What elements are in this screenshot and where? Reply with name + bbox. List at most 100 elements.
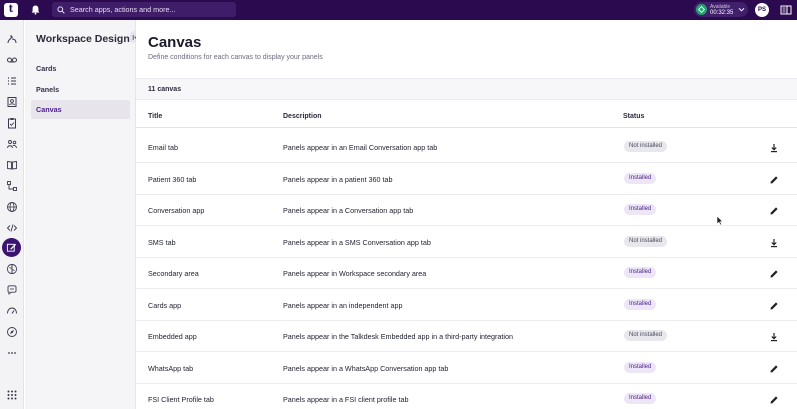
edit-button[interactable] (768, 173, 780, 185)
table-row[interactable]: Secondary area Panels appear in Workspace… (136, 257, 797, 289)
table-header: Title Description Status (136, 108, 797, 128)
row-description: Panels appear in a SMS Conversation app … (283, 237, 431, 247)
people-icon[interactable] (3, 135, 21, 153)
list-icon[interactable] (3, 72, 21, 90)
results-count-bar: 11 canvas (136, 78, 797, 100)
search-input[interactable]: Search apps, actions and more... (70, 5, 175, 14)
edit-button[interactable] (768, 393, 780, 405)
row-title: Cards app (148, 300, 182, 310)
more-icon[interactable] (3, 344, 21, 362)
download-button[interactable] (768, 141, 780, 153)
row-description: Panels appear in Workspace secondary are… (283, 269, 427, 278)
download-button[interactable] (768, 236, 780, 248)
status-badge: Installed (624, 267, 657, 278)
sidebar-item-canvas[interactable]: Canvas (31, 100, 130, 119)
sidebar-item-cards[interactable]: Cards (31, 59, 130, 78)
edit-button[interactable] (768, 299, 780, 311)
table-row[interactable]: Patient 360 tab Panels appear in a patien… (136, 163, 797, 195)
row-title: Patient 360 tab (148, 174, 197, 184)
chevron-down-icon (738, 7, 745, 12)
table-row[interactable]: Conversation app Panels appear in a Conve… (136, 194, 797, 226)
search-icon (57, 5, 65, 14)
agent-status-selector[interactable]: Available 00:32:35 (694, 2, 748, 17)
row-title: Conversation app (148, 206, 205, 215)
column-header-description: Description (283, 113, 322, 120)
download-icon (768, 141, 780, 158)
download-button[interactable] (768, 330, 780, 342)
clipboard-icon[interactable] (3, 114, 21, 132)
flow-icon[interactable] (3, 177, 21, 195)
edit-button[interactable] (768, 362, 780, 374)
status-badge: Not installed (624, 235, 668, 247)
pencil-icon (768, 299, 780, 316)
row-title: Secondary area (148, 269, 199, 278)
edit-button[interactable] (768, 204, 780, 216)
bell-icon[interactable] (29, 4, 41, 16)
row-title: Embedded app (148, 332, 197, 341)
workspace-designer-sidebar: Workspace Designer Cards Panels Canvas (25, 20, 141, 409)
row-description: Panels appear in an Email Conversation a… (283, 143, 438, 152)
pencil-icon (768, 393, 780, 409)
page-subtitle: Define conditions for each canvas to dis… (148, 54, 323, 61)
row-title: FSI Client Profile tab (148, 395, 214, 404)
top-bar: t Search apps, actions and more... Avail… (0, 0, 797, 20)
sidebar-item-panels[interactable]: Panels (31, 80, 130, 99)
row-description: Panels appear in a patient 360 tab (283, 174, 393, 184)
row-title: SMS tab (148, 237, 176, 247)
code-icon[interactable] (3, 219, 21, 237)
row-description: Panels appear in an independent app (283, 300, 403, 310)
status-badge: Installed (624, 298, 657, 310)
talkdesk-logo[interactable]: t (4, 3, 18, 17)
status-badge: Not installed (624, 330, 668, 341)
main-content: Canvas Define conditions for each canvas… (136, 20, 797, 409)
avatar[interactable]: PS (755, 3, 769, 17)
column-header-status: Status (623, 113, 645, 120)
contact-card-icon[interactable] (3, 93, 21, 111)
app-rail (0, 20, 24, 409)
search-bar[interactable]: Search apps, actions and more... (52, 2, 236, 17)
status-badge: Installed (624, 361, 657, 373)
pencil-icon (768, 204, 780, 221)
available-status-icon (696, 4, 707, 15)
side-panel-icon[interactable] (780, 4, 792, 16)
page-title: Canvas (148, 34, 202, 51)
table-row[interactable]: Embedded app Panels appear in the Talkdes… (136, 320, 797, 352)
canvas-count: 11 canvas (148, 86, 182, 93)
table-row[interactable]: Email tab Panels appear in an Email Conve… (136, 131, 797, 163)
gauge-icon[interactable] (3, 302, 21, 320)
table-row[interactable]: WhatsApp tab Panels appear in a WhatsApp … (136, 352, 797, 384)
edit-square-icon[interactable] (2, 238, 21, 257)
status-badge: Installed (624, 172, 657, 184)
table-row[interactable]: SMS tab Panels appear in a SMS Conversati… (136, 226, 797, 258)
globe-icon[interactable] (3, 198, 21, 216)
status-timer: 00:32:35 (710, 9, 734, 16)
mouse-cursor-icon (716, 215, 724, 226)
brain-icon[interactable] (3, 260, 21, 278)
pencil-icon (768, 267, 780, 284)
pencil-icon (768, 362, 780, 379)
download-icon (768, 330, 780, 347)
row-description: Panels appear in a WhatsApp Conversation… (283, 363, 449, 373)
column-header-title: Title (148, 113, 163, 120)
sidebar-title: Workspace Designer (36, 33, 140, 45)
download-icon (768, 236, 780, 253)
status-label: Available (710, 3, 731, 10)
row-description: Panels appear in a FSI client profile ta… (283, 395, 409, 404)
table-row[interactable]: FSI Client Profile tab Panels appear in a… (136, 383, 797, 409)
row-title: WhatsApp tab (148, 363, 194, 373)
apps-grid-icon[interactable] (3, 386, 21, 404)
book-icon[interactable] (3, 156, 21, 174)
row-description: Panels appear in the Talkdesk Embedded a… (283, 332, 514, 341)
edit-button[interactable] (768, 267, 780, 279)
status-badge: Not installed (624, 141, 668, 152)
compass-icon[interactable] (3, 323, 21, 341)
table-row[interactable]: Cards app Panels appear in an independent… (136, 289, 797, 321)
chat-icon[interactable] (3, 281, 21, 299)
routing-icon[interactable] (3, 30, 21, 48)
pencil-icon (768, 173, 780, 190)
voicemail-icon[interactable] (3, 51, 21, 69)
status-badge: Installed (624, 393, 657, 404)
row-title: Email tab (148, 143, 178, 152)
row-description: Panels appear in a Conversation app tab (283, 206, 414, 215)
status-badge: Installed (624, 204, 657, 215)
